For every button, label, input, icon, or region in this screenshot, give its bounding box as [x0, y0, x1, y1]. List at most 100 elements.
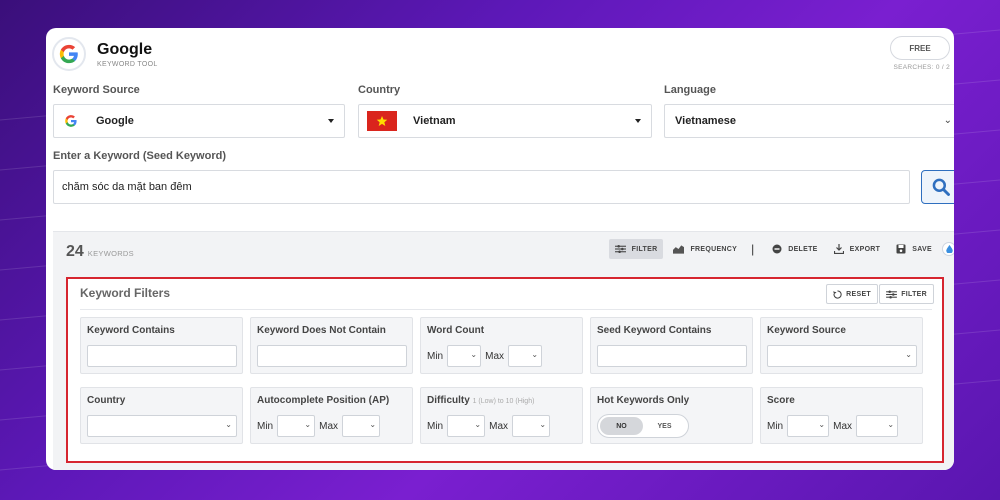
filter-keyword-not-contain: Keyword Does Not Contain [250, 317, 413, 374]
filter-word-count: Word Count Min ⌄ Max ⌄ [420, 317, 583, 374]
country-value: Vietnam [413, 115, 456, 127]
keyword-count: 24 KEYWORDS [66, 243, 134, 261]
filters-divider [80, 309, 932, 310]
chevron-down-icon: ⌄ [818, 420, 826, 429]
keyword-source-label: Keyword Source [53, 84, 140, 96]
keyword-not-contain-input[interactable] [257, 345, 407, 367]
droplet-icon[interactable] [942, 242, 954, 256]
search-button[interactable] [921, 170, 954, 204]
chart-area-icon [673, 245, 685, 254]
caret-down-icon [328, 119, 334, 123]
plan-badge-button[interactable]: FREE [890, 36, 950, 60]
word-count-min-select[interactable]: ⌄ [447, 345, 482, 367]
results-toolbar: FILTER FREQUENCY | DELETE EXPORT SAVE [605, 239, 954, 259]
brand-subtitle: KEYWORD TOOL [97, 60, 158, 68]
filter-label: Country [87, 395, 126, 406]
ap-max-select[interactable]: ⌄ [342, 415, 381, 437]
keyword-count-number: 24 [66, 243, 84, 260]
keyword-tool-card: Google KEYWORD TOOL FREE SEARCHES: 0 / 2… [46, 28, 954, 470]
vietnam-flag-icon [367, 111, 397, 131]
chevron-down-icon: ⌄ [539, 420, 547, 429]
brand-name: Google [97, 40, 153, 58]
min-label: Min [427, 420, 444, 432]
keyword-source-select[interactable]: Google [53, 104, 345, 138]
apply-filter-label: FILTER [901, 290, 927, 298]
magnifier-icon [932, 178, 950, 196]
minus-circle-icon [772, 244, 782, 254]
export-button[interactable]: EXPORT [828, 239, 887, 259]
keyword-count-label: KEYWORDS [87, 249, 134, 258]
reset-icon [833, 289, 842, 299]
keyword-source-filter-select[interactable]: ⌄ [767, 345, 917, 367]
reset-button[interactable]: RESET [826, 284, 878, 304]
score-max-select[interactable]: ⌄ [856, 415, 899, 437]
chevron-down-icon: ⌄ [470, 350, 478, 359]
min-label: Min [257, 420, 274, 432]
delete-label: DELETE [788, 245, 818, 253]
google-g-icon [52, 37, 86, 71]
chevron-down-icon: ⌄ [943, 115, 952, 126]
max-label: Max [833, 420, 853, 432]
word-count-max-select[interactable]: ⌄ [508, 345, 543, 367]
score-range: Min ⌄ Max ⌄ [767, 415, 902, 437]
frequency-button[interactable]: FREQUENCY [667, 239, 743, 259]
word-count-range: Min ⌄ Max ⌄ [427, 345, 546, 367]
chevron-down-icon: ⌄ [474, 420, 482, 429]
country-label: Country [358, 84, 401, 96]
filter-label: Score [767, 395, 795, 406]
chevron-down-icon: ⌄ [304, 420, 312, 429]
seed-contains-input[interactable] [597, 345, 747, 367]
filter-hot-keywords: Hot Keywords Only NO YES [590, 387, 753, 444]
caret-down-icon [635, 119, 641, 123]
chevron-down-icon: ⌄ [369, 420, 377, 429]
language-select[interactable]: Vietnamese ⌄ [664, 104, 954, 138]
score-min-select[interactable]: ⌄ [787, 415, 830, 437]
delete-button[interactable]: DELETE [766, 239, 823, 259]
google-g-icon [64, 114, 78, 128]
chevron-down-icon: ⌄ [905, 350, 912, 359]
sliders-icon [614, 244, 626, 254]
apply-filter-button[interactable]: FILTER [879, 284, 934, 304]
filter-label: Autocomplete Position (AP) [257, 395, 390, 406]
chevron-down-icon: ⌄ [531, 350, 539, 359]
toolbar-separator: | [751, 242, 755, 256]
chevron-down-icon: ⌄ [225, 420, 232, 429]
max-label: Max [485, 350, 505, 362]
filter-label: Keyword Does Not Contain [257, 325, 386, 336]
filter-country: Country ⌄ [80, 387, 243, 444]
filter-seed-contains: Seed Keyword Contains [590, 317, 753, 374]
seed-keyword-label: Enter a Keyword (Seed Keyword) [53, 150, 226, 162]
app-header: Google KEYWORD TOOL [52, 34, 158, 74]
max-label: Max [319, 420, 339, 432]
filter-autocomplete-position: Autocomplete Position (AP) Min ⌄ Max ⌄ [250, 387, 413, 444]
reset-label: RESET [846, 290, 871, 298]
download-icon [833, 244, 844, 254]
sliders-icon [886, 290, 898, 298]
filter-toggle-button[interactable]: FILTER [608, 239, 664, 259]
save-label: SAVE [912, 245, 932, 253]
ap-min-select[interactable]: ⌄ [277, 415, 316, 437]
filter-keyword-source: Keyword Source ⌄ [760, 317, 923, 374]
hot-keywords-toggle[interactable]: NO YES [597, 414, 689, 438]
filter-difficulty: Difficulty 1 (Low) to 10 (High) Min ⌄ Ma… [420, 387, 583, 444]
keyword-source-value: Google [96, 115, 134, 127]
keyword-filters-panel: Keyword Filters RESET FILTER Keyword Con… [66, 277, 944, 463]
country-select[interactable]: Vietnam [358, 104, 652, 138]
difficulty-max-select[interactable]: ⌄ [512, 415, 551, 437]
toggle-no-option[interactable]: NO [600, 417, 643, 435]
language-label: Language [664, 84, 716, 96]
difficulty-min-select[interactable]: ⌄ [447, 415, 486, 437]
filter-score: Score Min ⌄ Max ⌄ [760, 387, 923, 444]
toggle-yes-option[interactable]: YES [643, 417, 686, 435]
min-label: Min [767, 420, 784, 432]
seed-keyword-input[interactable]: chăm sóc da mặt ban đêm [53, 170, 910, 204]
language-value: Vietnamese [675, 115, 736, 127]
export-label: EXPORT [849, 245, 881, 253]
keyword-contains-input[interactable] [87, 345, 237, 367]
filter-label: Keyword Contains [87, 325, 175, 336]
filter-label: Hot Keywords Only [597, 395, 690, 406]
filter-label: Word Count [427, 325, 485, 336]
save-button[interactable]: SAVE [890, 239, 938, 259]
difficulty-hint: 1 (Low) to 10 (High) [472, 398, 535, 405]
country-filter-select[interactable]: ⌄ [87, 415, 237, 437]
